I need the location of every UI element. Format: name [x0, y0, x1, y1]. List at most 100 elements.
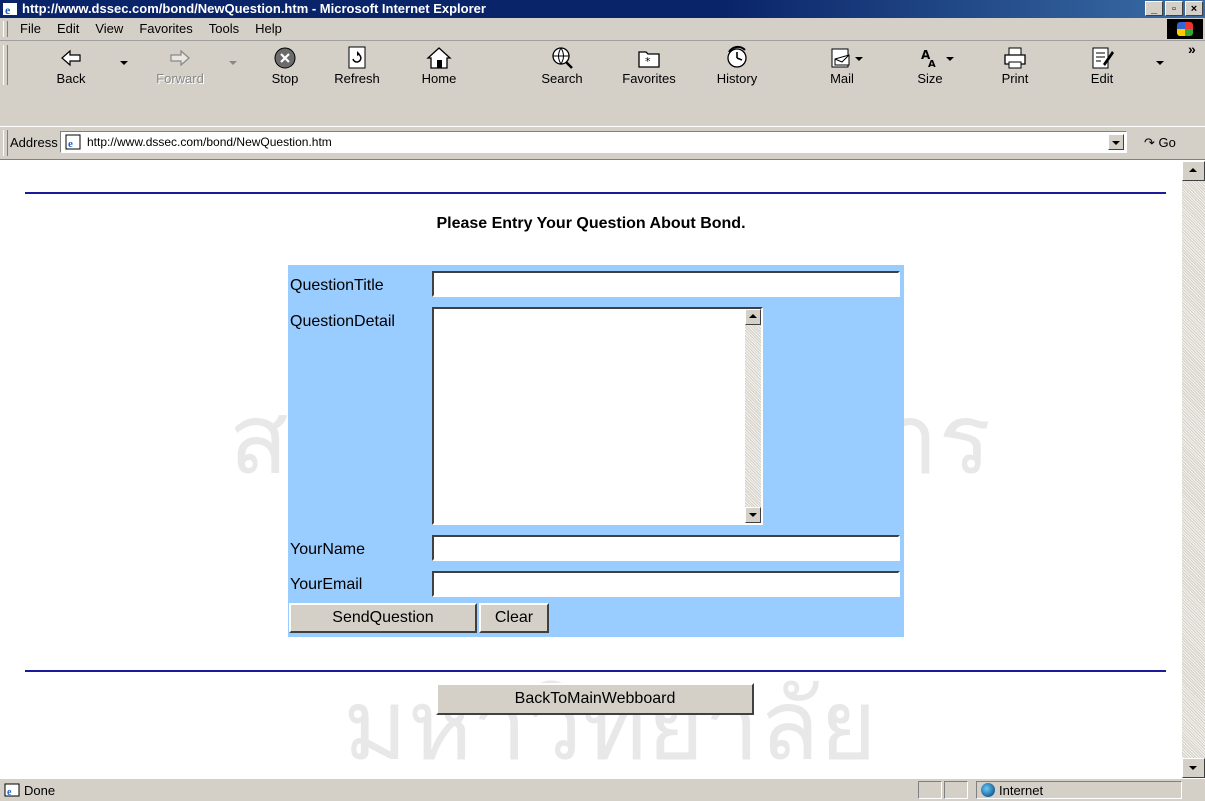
- mail-button[interactable]: Mail: [812, 45, 872, 91]
- size-dropdown-icon[interactable]: [946, 57, 954, 61]
- svg-text:e: e: [5, 3, 11, 17]
- zone-pane: Internet: [976, 781, 1182, 799]
- question-detail-textarea[interactable]: [432, 307, 763, 525]
- textarea-scrollbar[interactable]: [745, 309, 761, 523]
- refresh-icon: [348, 46, 366, 69]
- print-button[interactable]: Print: [990, 45, 1040, 91]
- close-button[interactable]: ×: [1185, 1, 1203, 16]
- page-content: สถาบันวิทยบริการ จุฬาลงกรณ์มหาวิทยาลัย P…: [0, 161, 1182, 778]
- edit-label: Edit: [1090, 71, 1114, 86]
- maximize-button[interactable]: ▫: [1165, 1, 1183, 16]
- address-input[interactable]: e http://www.dssec.com/bond/NewQuestion.…: [60, 131, 1127, 153]
- svg-text:A: A: [928, 59, 936, 70]
- back-dropdown-icon[interactable]: [120, 61, 128, 65]
- printer-icon: [1004, 47, 1026, 69]
- search-button[interactable]: Search: [528, 45, 596, 91]
- question-form: QuestionTitle QuestionDetail YourName Yo…: [288, 265, 904, 637]
- history-label: History: [716, 71, 758, 86]
- back-to-main-webboard-button[interactable]: BackToMainWebboard: [436, 683, 754, 715]
- forward-arrow-icon: [170, 49, 190, 67]
- svg-text:e: e: [68, 138, 73, 150]
- history-button[interactable]: History: [706, 45, 768, 91]
- address-label: Address: [10, 135, 58, 150]
- page-scroll-up-icon[interactable]: [1182, 161, 1205, 181]
- print-label: Print: [1001, 71, 1029, 86]
- go-arrow-icon: ↷: [1144, 135, 1155, 150]
- menu-grip: [3, 21, 8, 37]
- size-button[interactable]: AA Size: [902, 45, 958, 91]
- edit-button[interactable]: Edit: [1082, 45, 1122, 91]
- your-name-input[interactable]: [432, 535, 900, 561]
- favorites-label: Favorites: [622, 71, 676, 86]
- text-size-icon: AA: [921, 48, 936, 70]
- search-globe-icon: [552, 47, 573, 69]
- refresh-label: Refresh: [334, 71, 380, 86]
- title-bar: e http://www.dssec.com/bond/NewQuestion.…: [0, 0, 1205, 18]
- favorites-folder-icon: *: [638, 51, 660, 68]
- your-email-input[interactable]: [432, 571, 900, 597]
- svg-text:*: *: [645, 55, 651, 68]
- menu-tools[interactable]: Tools: [201, 21, 247, 37]
- size-label: Size: [917, 71, 943, 86]
- back-label: Back: [56, 71, 86, 86]
- forward-label: Forward: [156, 71, 204, 86]
- menu-favorites[interactable]: Favorites: [131, 21, 200, 37]
- windows-logo-icon: [1167, 19, 1203, 39]
- address-dropdown-icon[interactable]: [1108, 134, 1124, 150]
- favorites-button[interactable]: * Favorites: [611, 45, 687, 91]
- status-pane-1: [918, 781, 942, 799]
- stop-icon: [274, 47, 296, 69]
- top-rule: [25, 192, 1166, 194]
- your-email-label: YourEmail: [290, 576, 363, 593]
- minimize-button[interactable]: _: [1145, 1, 1163, 16]
- forward-dropdown-icon: [229, 61, 237, 65]
- menu-view[interactable]: View: [87, 21, 131, 37]
- history-icon: [727, 45, 747, 68]
- status-text: Done: [24, 783, 56, 798]
- page-scrollbar[interactable]: [1182, 161, 1205, 778]
- clear-button[interactable]: Clear: [479, 603, 549, 633]
- forward-button[interactable]: Forward: [145, 45, 215, 91]
- address-grip: [3, 130, 8, 156]
- mail-dropdown-icon[interactable]: [855, 57, 863, 61]
- status-pane-2: [944, 781, 968, 799]
- menu-help[interactable]: Help: [247, 21, 290, 37]
- scroll-down-icon[interactable]: [745, 507, 761, 523]
- toolbar-overflow-chevron-icon[interactable]: »: [1188, 41, 1196, 57]
- refresh-button[interactable]: Refresh: [327, 45, 387, 91]
- zone-text: Internet: [999, 783, 1044, 798]
- stop-button[interactable]: Stop: [258, 45, 312, 91]
- your-name-label: YourName: [290, 541, 366, 558]
- stop-label: Stop: [271, 71, 299, 86]
- internet-explorer-icon: e: [3, 3, 17, 17]
- scroll-up-icon[interactable]: [745, 309, 761, 325]
- status-bar: e Done Internet: [0, 778, 1205, 801]
- send-question-button[interactable]: SendQuestion: [289, 603, 477, 633]
- menu-file[interactable]: File: [12, 21, 49, 37]
- page-scroll-down-icon[interactable]: [1182, 758, 1205, 778]
- home-icon: [426, 47, 452, 69]
- mail-icon: [831, 48, 850, 68]
- go-button[interactable]: ↷ Go: [1144, 135, 1176, 151]
- menu-edit[interactable]: Edit: [49, 21, 87, 37]
- page-done-icon: e: [4, 783, 20, 797]
- home-label: Home: [421, 71, 457, 86]
- standard-toolbar: Back Forward Stop Refresh Home Search * …: [0, 41, 1205, 127]
- home-button[interactable]: Home: [408, 45, 470, 91]
- ie-page-icon: e: [65, 134, 81, 150]
- address-bar: Address e http://www.dssec.com/bond/NewQ…: [0, 126, 1205, 160]
- svg-text:e: e: [7, 787, 12, 797]
- internet-globe-icon: [981, 783, 995, 797]
- edit-dropdown-icon[interactable]: [1156, 61, 1164, 65]
- window-title: http://www.dssec.com/bond/NewQuestion.ht…: [22, 1, 486, 16]
- edit-page-icon: [1092, 47, 1114, 69]
- address-url: http://www.dssec.com/bond/NewQuestion.ht…: [87, 135, 332, 149]
- go-label: Go: [1158, 135, 1176, 150]
- mail-label: Mail: [830, 71, 854, 86]
- bottom-rule: [25, 670, 1166, 672]
- search-label: Search: [541, 71, 583, 86]
- question-title-input[interactable]: [432, 271, 900, 297]
- question-detail-label: QuestionDetail: [290, 313, 395, 330]
- back-button[interactable]: Back: [46, 45, 96, 91]
- question-title-label: QuestionTitle: [290, 277, 384, 294]
